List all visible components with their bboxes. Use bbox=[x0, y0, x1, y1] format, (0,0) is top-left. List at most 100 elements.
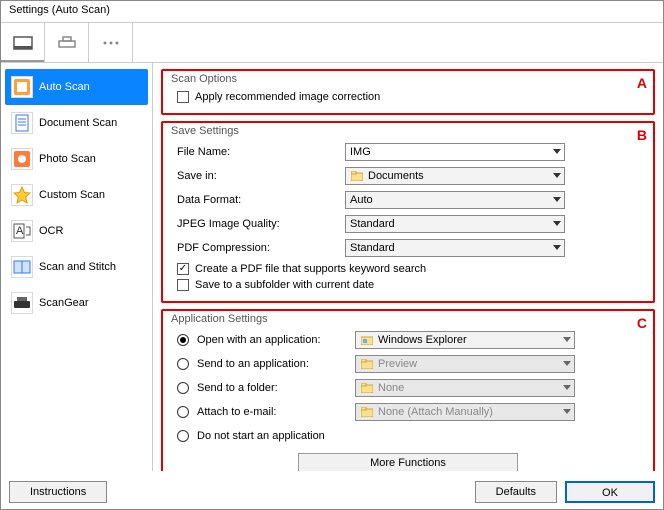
label-data-format: Data Format: bbox=[177, 194, 337, 206]
folder-icon bbox=[360, 406, 374, 418]
sidebar-item-photo-scan[interactable]: Photo Scan bbox=[5, 141, 148, 177]
radio-button-1[interactable] bbox=[177, 358, 189, 370]
sidebar-item-custom-scan[interactable]: Custom Scan bbox=[5, 177, 148, 213]
sidebar-item-label: Scan and Stitch bbox=[39, 261, 116, 273]
group-scan-options: Scan Options A Apply recommended image c… bbox=[161, 69, 655, 115]
radio-button-3[interactable] bbox=[177, 406, 189, 418]
chevron-down-icon bbox=[553, 197, 561, 203]
chevron-down-icon bbox=[553, 245, 561, 251]
dropdown-app-2: None bbox=[355, 379, 575, 397]
output-tab-icon bbox=[57, 36, 77, 50]
toolbar-tab-output[interactable] bbox=[45, 23, 89, 62]
dropdown-value: Standard bbox=[350, 218, 395, 230]
instructions-button[interactable]: Instructions bbox=[9, 481, 107, 503]
toolbar bbox=[1, 23, 663, 63]
dropdown-jpeg-quality[interactable]: Standard bbox=[345, 215, 565, 233]
label-jpeg-quality: JPEG Image Quality: bbox=[177, 218, 337, 230]
checkbox-image-correction[interactable]: Apply recommended image correction bbox=[177, 91, 647, 103]
settings-window: Settings (Auto Scan) Auto ScanDocument S… bbox=[0, 0, 664, 510]
explorer-icon bbox=[360, 334, 374, 346]
checkbox-label: Save to a subfolder with current date bbox=[195, 279, 374, 291]
dropdown-app-3: None (Attach Manually) bbox=[355, 403, 575, 421]
dropdown-pdf-compression[interactable]: Standard bbox=[345, 239, 565, 257]
sidebar-item-label: ScanGear bbox=[39, 297, 89, 309]
scangear-icon bbox=[11, 292, 33, 314]
dropdown-value: Auto bbox=[350, 194, 373, 206]
checkbox-box-icon bbox=[177, 279, 189, 291]
sidebar-item-label: OCR bbox=[39, 225, 63, 237]
toolbar-tab-more[interactable] bbox=[89, 23, 133, 62]
radio-row-2: Send to a folder: None bbox=[177, 377, 647, 399]
photo-scan-icon bbox=[11, 148, 33, 170]
folder-icon bbox=[360, 382, 374, 394]
folder-icon bbox=[350, 170, 364, 182]
checkbox-pdf-keyword-search[interactable]: ✓ Create a PDF file that supports keywor… bbox=[177, 263, 647, 275]
checkbox-box-icon bbox=[177, 91, 189, 103]
dropdown-app-0[interactable]: Windows Explorer bbox=[355, 331, 575, 349]
dropdown-value: IMG bbox=[350, 146, 371, 158]
toolbar-tab-scanner[interactable] bbox=[1, 23, 45, 62]
ocr-icon: A bbox=[11, 220, 33, 242]
radio-button-2[interactable] bbox=[177, 382, 189, 394]
radio-label: Send to an application: bbox=[197, 358, 347, 370]
dropdown-app-1: Preview bbox=[355, 355, 575, 373]
ok-button[interactable]: OK bbox=[565, 481, 655, 503]
sidebar-item-label: Photo Scan bbox=[39, 153, 96, 165]
checkbox-label: Create a PDF file that supports keyword … bbox=[195, 263, 426, 275]
checkbox-box-icon: ✓ bbox=[177, 263, 189, 275]
custom-scan-icon bbox=[11, 184, 33, 206]
chevron-down-icon bbox=[553, 173, 561, 179]
group-b-legend: Save Settings bbox=[169, 125, 241, 137]
stitch-icon bbox=[11, 256, 33, 278]
label-pdf-compression: PDF Compression: bbox=[177, 242, 337, 254]
sidebar-item-ocr[interactable]: A OCR bbox=[5, 213, 148, 249]
sidebar-item-label: Auto Scan bbox=[39, 81, 90, 93]
radio-label: Attach to e-mail: bbox=[197, 406, 347, 418]
sidebar-item-auto-scan[interactable]: Auto Scan bbox=[5, 69, 148, 105]
group-save-settings: Save Settings B File Name: IMG Save in: … bbox=[161, 121, 655, 303]
chevron-down-icon bbox=[563, 409, 571, 415]
dropdown-file-name[interactable]: IMG bbox=[345, 143, 565, 161]
sidebar-item-scan-and-stitch[interactable]: Scan and Stitch bbox=[5, 249, 148, 285]
radio-row-4: Do not start an application bbox=[177, 425, 647, 447]
svg-text:A: A bbox=[16, 225, 24, 237]
dropdown-value: None bbox=[378, 382, 404, 394]
chevron-down-icon bbox=[563, 361, 571, 367]
radio-label: Open with an application: bbox=[197, 334, 347, 346]
scanner-tab-icon bbox=[13, 36, 33, 50]
group-c-legend: Application Settings bbox=[169, 313, 270, 325]
label-save-in: Save in: bbox=[177, 170, 337, 182]
sidebar-item-scangear[interactable]: ScanGear bbox=[5, 285, 148, 321]
group-application-settings: Application Settings C Open with an appl… bbox=[161, 309, 655, 471]
dropdown-data-format[interactable]: Auto bbox=[345, 191, 565, 209]
radio-label: Send to a folder: bbox=[197, 382, 347, 394]
more-tab-icon bbox=[101, 40, 121, 46]
radio-button-0[interactable] bbox=[177, 334, 189, 346]
checkbox-save-subfolder[interactable]: Save to a subfolder with current date bbox=[177, 279, 647, 291]
dropdown-value: None (Attach Manually) bbox=[378, 406, 493, 418]
footer: Instructions Defaults OK bbox=[1, 481, 663, 503]
dropdown-value: Windows Explorer bbox=[378, 334, 467, 346]
chevron-down-icon bbox=[563, 385, 571, 391]
sidebar: Auto Scan Document Scan Photo Scan Custom S… bbox=[1, 63, 153, 471]
radio-label: Do not start an application bbox=[197, 430, 347, 442]
sidebar-item-document-scan[interactable]: Document Scan bbox=[5, 105, 148, 141]
sidebar-item-label: Document Scan bbox=[39, 117, 117, 129]
radio-row-0: Open with an application: Windows Explore… bbox=[177, 329, 647, 351]
checkbox-label: Apply recommended image correction bbox=[195, 91, 380, 103]
dropdown-value: Preview bbox=[378, 358, 417, 370]
group-a-legend: Scan Options bbox=[169, 73, 239, 85]
sidebar-item-label: Custom Scan bbox=[39, 189, 105, 201]
dropdown-save-in[interactable]: Documents bbox=[345, 167, 565, 185]
dropdown-value: Standard bbox=[350, 242, 395, 254]
group-c-letter: C bbox=[637, 315, 647, 331]
radio-row-3: Attach to e-mail: None (Attach Manually) bbox=[177, 401, 647, 423]
radio-button-4[interactable] bbox=[177, 430, 189, 442]
label-file-name: File Name: bbox=[177, 146, 337, 158]
group-b-letter: B bbox=[637, 127, 647, 143]
group-a-letter: A bbox=[637, 75, 647, 91]
auto-scan-icon bbox=[11, 76, 33, 98]
more-functions-button[interactable]: More Functions bbox=[298, 453, 518, 471]
document-scan-icon bbox=[11, 112, 33, 134]
defaults-button[interactable]: Defaults bbox=[475, 481, 557, 503]
